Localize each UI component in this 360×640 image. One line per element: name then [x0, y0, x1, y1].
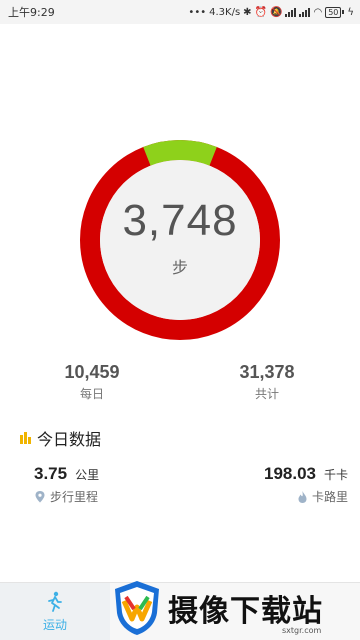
distance-value: 3.75	[34, 464, 68, 483]
watermark-text: 摄像下载站	[168, 594, 323, 629]
total-label: 共计	[254, 387, 279, 401]
daily-label: 每日	[79, 387, 104, 401]
step-progress-ring: 3,748 步	[80, 140, 280, 340]
charging-icon: ϟ	[347, 6, 354, 18]
net-speed: 4.3K/s	[209, 6, 241, 18]
status-bar: 上午9:29 ••• 4.3K/s ✱ ⏰ 🔕 ◠ 50 ϟ	[0, 0, 360, 24]
alarm-icon: ⏰	[254, 6, 268, 18]
steps-count: 3,748	[122, 196, 238, 245]
battery-icon: 50	[325, 6, 345, 18]
total-stat: 31,378 共计	[207, 362, 327, 402]
daily-value: 10,459	[64, 362, 120, 382]
daily-stat: 10,459 每日	[32, 362, 152, 402]
watermark: 摄像下载站 sxtgr.com	[112, 576, 358, 640]
tab-sport[interactable]: 运动	[0, 583, 110, 640]
distance-unit: 公里	[75, 468, 100, 482]
battery-level: 50	[325, 6, 342, 18]
distance-label: 步行里程	[50, 490, 99, 504]
flame-icon	[298, 490, 307, 503]
watermark-url: sxtgr.com	[282, 626, 322, 635]
ring-center: 3,748 步	[80, 140, 280, 340]
silent-icon: 🔕	[270, 6, 283, 18]
bar-chart-icon	[20, 432, 31, 444]
steps-unit: 步	[171, 258, 188, 277]
today-header: 今日数据	[20, 426, 101, 450]
location-pin-icon	[35, 490, 45, 502]
status-time: 上午9:29	[8, 6, 55, 19]
running-person-icon	[48, 591, 62, 612]
calories-unit: 千卡	[323, 468, 348, 482]
dots-icon: •••	[188, 6, 207, 18]
status-icons: ••• 4.3K/s ✱ ⏰ 🔕 ◠ 50 ϟ	[188, 6, 354, 18]
today-title: 今日数据	[37, 430, 102, 449]
shield-logo-icon	[115, 581, 159, 635]
distance-metric: 3.75 公里 步行里程	[34, 464, 99, 505]
bluetooth-icon: ✱	[243, 6, 252, 18]
wifi-icon: ◠	[313, 6, 323, 18]
calories-label: 卡路里	[311, 490, 348, 504]
calories-metric: 198.03 千卡 卡路里	[264, 464, 348, 505]
total-value: 31,378	[239, 362, 295, 382]
tab-sport-label: 运动	[42, 618, 67, 632]
signal-icon	[285, 7, 297, 17]
signal-2-icon	[299, 7, 311, 17]
calories-value: 198.03	[263, 464, 316, 483]
